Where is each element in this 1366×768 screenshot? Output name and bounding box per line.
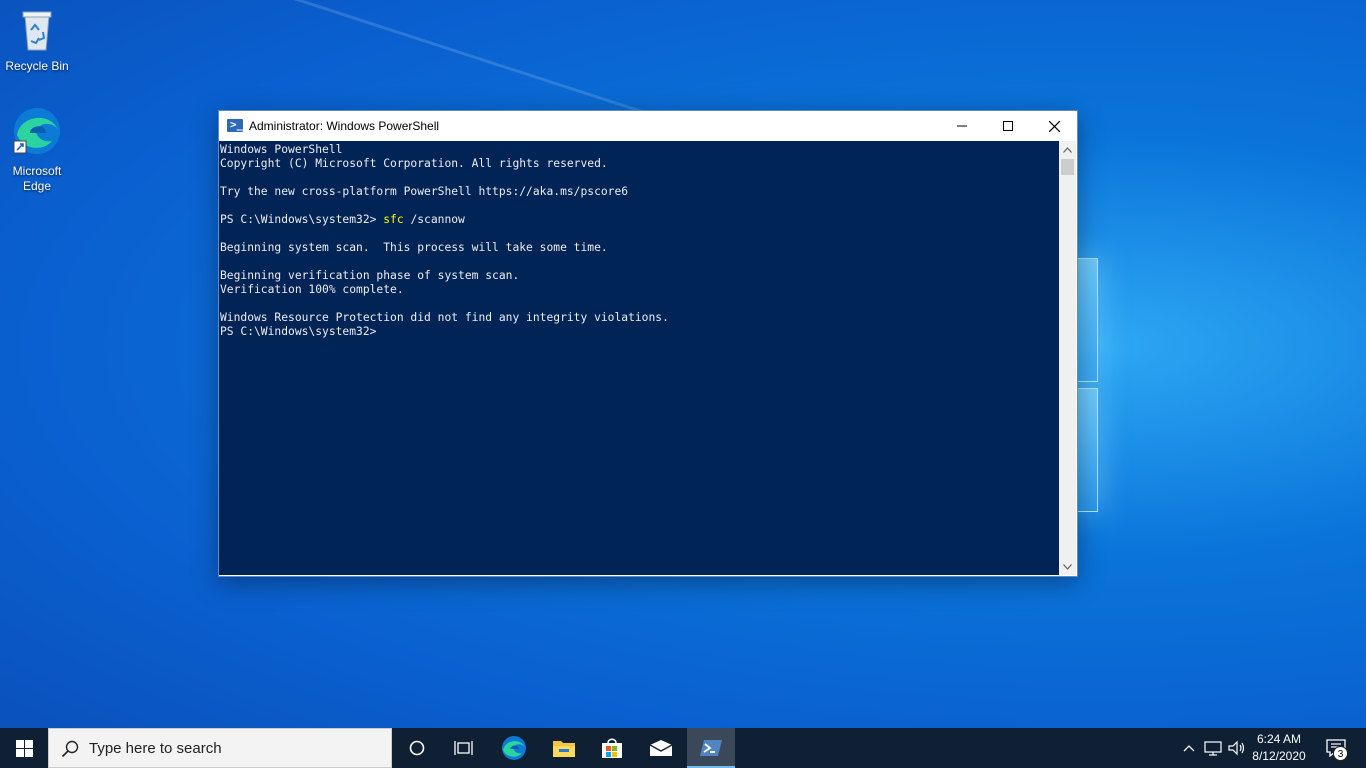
clock-time: 6:24 AM (1256, 732, 1302, 746)
scroll-thumb[interactable] (1061, 159, 1074, 175)
console-line: Try the new cross-platform PowerShell ht… (220, 185, 629, 198)
chevron-down-icon (1063, 563, 1072, 570)
taskbar-search-box[interactable]: Type here to search (48, 728, 392, 768)
window-title: Administrator: Windows PowerShell (249, 119, 440, 133)
desktop-icon-microsoft-edge[interactable]: Microsoft Edge (2, 105, 72, 194)
cortana-icon (409, 740, 425, 756)
search-placeholder: Type here to search (89, 740, 222, 757)
network-icon (1204, 741, 1222, 756)
taskbar-store-button[interactable] (588, 728, 636, 768)
console-line: Beginning verification phase of system s… (220, 269, 520, 282)
console-text: Windows PowerShell Copyright (C) Microso… (219, 141, 1059, 339)
volume-button[interactable] (1226, 728, 1248, 768)
notification-count-badge: 3 (1333, 746, 1348, 761)
show-hidden-icons-button[interactable] (1178, 728, 1200, 768)
console-line: Windows Resource Protection did not find… (220, 311, 669, 324)
search-icon (61, 740, 79, 758)
edge-icon (502, 736, 526, 760)
console-line: Beginning system scan. This process will… (220, 241, 608, 254)
console-line: Verification 100% complete. (220, 283, 404, 296)
task-view-icon (454, 741, 473, 755)
scroll-down-button[interactable] (1059, 558, 1076, 575)
store-icon (602, 738, 622, 758)
mail-icon (649, 740, 673, 756)
cortana-button[interactable] (393, 728, 441, 768)
minimize-icon (957, 125, 967, 127)
desktop-icon-label: Microsoft Edge (12, 164, 62, 193)
console-command-args: /scannow (403, 213, 465, 226)
vertical-scrollbar[interactable] (1059, 141, 1076, 575)
minimize-button[interactable] (939, 111, 985, 141)
windows-logo-icon (15, 739, 33, 757)
volume-icon (1228, 740, 1245, 756)
maximize-icon (1003, 121, 1013, 131)
clock-date: 8/12/2020 (1252, 749, 1306, 763)
file-explorer-icon (553, 741, 575, 757)
maximize-button[interactable] (985, 111, 1031, 141)
window-titlebar[interactable]: >_ Administrator: Windows PowerShell (219, 111, 1077, 141)
powershell-window[interactable]: >_ Administrator: Windows PowerShell Win… (218, 110, 1078, 577)
console-prompt: PS C:\Windows\system32> (220, 325, 377, 338)
taskbar-mail-button[interactable] (637, 728, 685, 768)
chevron-up-icon (1183, 745, 1195, 752)
taskbar-edge-button[interactable] (490, 728, 538, 768)
console-line: Windows PowerShell (220, 143, 343, 156)
task-view-button[interactable] (440, 728, 488, 768)
powershell-icon: >_ (227, 118, 243, 132)
taskbar: Type here to search 6:24 AM 8/12/2020 (0, 728, 1366, 768)
desktop-icon-label: Recycle Bin (5, 59, 69, 73)
close-icon (1048, 120, 1060, 132)
close-button[interactable] (1031, 111, 1077, 141)
console-output[interactable]: Windows PowerShell Copyright (C) Microso… (219, 141, 1059, 575)
active-app-indicator (687, 728, 735, 768)
console-command: sfc (383, 213, 404, 226)
taskbar-file-explorer-button[interactable] (540, 728, 588, 768)
console-prompt: PS C:\Windows\system32> (220, 213, 384, 226)
wallpaper-logo-pane (1076, 258, 1098, 382)
taskbar-clock[interactable]: 6:24 AM 8/12/2020 (1246, 731, 1312, 765)
edge-icon (2, 105, 72, 161)
console-line: Copyright (C) Microsoft Corporation. All… (220, 157, 608, 170)
start-button[interactable] (0, 728, 48, 768)
chevron-up-icon (1063, 146, 1072, 153)
wallpaper-logo-pane (1076, 388, 1098, 512)
desktop-icon-recycle-bin[interactable]: Recycle Bin (2, 8, 72, 74)
recycle-bin-icon (2, 8, 72, 56)
network-button[interactable] (1202, 728, 1224, 768)
scroll-up-button[interactable] (1059, 141, 1076, 158)
